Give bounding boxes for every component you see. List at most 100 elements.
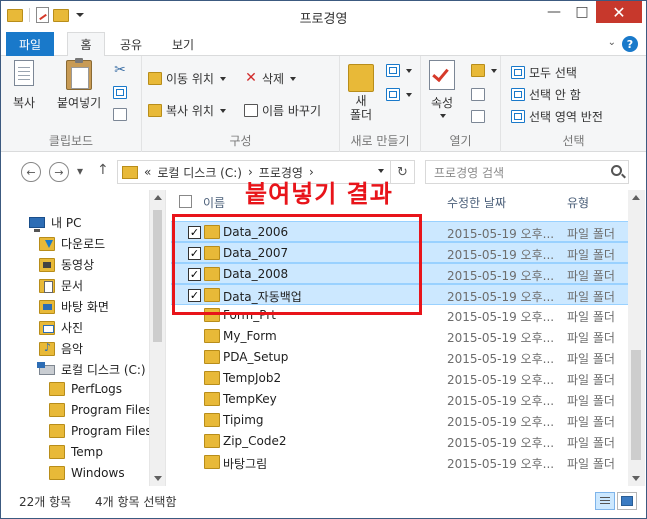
file-type: 파일 폴더 — [567, 457, 615, 471]
close-button[interactable]: ✕ — [596, 1, 642, 23]
move-to-button[interactable]: 이동 위치 — [148, 70, 226, 87]
select-all-checkbox[interactable] — [179, 195, 192, 208]
table-row[interactable]: TempKey 2015-05-19 오후... 파일 폴더 — [171, 389, 628, 410]
scrollbar-thumb[interactable] — [153, 210, 162, 342]
tree-item-label: 내 PC — [51, 216, 82, 230]
minimize-button[interactable]: — — [540, 1, 568, 23]
table-row[interactable]: 바탕그림 2015-05-19 오후... 파일 폴더 — [171, 452, 628, 473]
tree-item-program-files[interactable]: Program Files — [49, 403, 152, 417]
tree-item-label: Windows — [71, 466, 125, 480]
address-history-chevron-icon[interactable] — [378, 169, 384, 173]
copy-path-button[interactable] — [113, 86, 127, 99]
open-icon — [471, 64, 485, 77]
select-none-button[interactable]: 선택 안 함 — [511, 86, 581, 103]
scrollbar-thumb[interactable] — [631, 350, 641, 460]
scroll-up-arrow-icon[interactable] — [632, 195, 640, 200]
file-name: PDA_Setup — [223, 350, 289, 364]
nav-pane-scrollbar[interactable] — [149, 190, 166, 486]
tree-item-label: 음악 — [61, 342, 84, 356]
cut-button[interactable]: ✂ — [113, 63, 127, 77]
edit-button[interactable] — [471, 88, 485, 101]
up-arrow-icon[interactable]: ↑ — [97, 162, 109, 178]
tree-item-perflogs[interactable]: PerfLogs — [49, 382, 122, 396]
tree-item-videos[interactable]: 동영상 — [39, 256, 94, 273]
maximize-button[interactable]: □ — [568, 1, 596, 23]
tree-item-windows[interactable]: Windows — [49, 466, 125, 480]
open-button[interactable] — [471, 64, 497, 77]
scroll-up-arrow-icon[interactable] — [154, 195, 162, 200]
file-type: 파일 폴더 — [567, 269, 615, 283]
delete-button[interactable]: ✕ 삭제 — [244, 70, 297, 87]
history-button[interactable] — [471, 110, 485, 123]
ribbon-tabs: 파일 홈 공유 보기 ⌄ ? — [1, 32, 646, 57]
help-icon[interactable]: ? — [622, 36, 638, 52]
scroll-down-arrow-icon[interactable] — [154, 476, 162, 481]
new-group-label: 새로 만들기 — [350, 134, 410, 148]
table-row[interactable]: Zip_Code2 2015-05-19 오후... 파일 폴더 — [171, 431, 628, 452]
paste-shortcut-button[interactable] — [113, 108, 127, 121]
details-view-button[interactable] — [595, 492, 615, 510]
large-icons-view-button[interactable] — [617, 492, 637, 510]
tab-home[interactable]: 홈 — [67, 32, 105, 57]
column-header-type[interactable]: 유형 — [567, 190, 589, 214]
tree-item-documents[interactable]: 문서 — [39, 277, 83, 294]
copy-to-button[interactable]: 복사 위치 — [148, 102, 226, 119]
copy-icon — [14, 60, 35, 86]
navigation-pane: 내 PC 다운로드 동영상 문서 바탕 화면 사진 음악 로컬 디스크 (C: — [1, 190, 160, 486]
open-group-label: 열기 — [449, 134, 472, 148]
rename-button[interactable]: 이름 바꾸기 — [244, 102, 321, 119]
file-type: 파일 폴더 — [567, 394, 615, 408]
refresh-icon[interactable]: ↻ — [390, 161, 414, 183]
properties-button[interactable]: 속성 — [429, 60, 455, 118]
copy-button[interactable]: 복사 — [13, 60, 35, 111]
copy-folder-icon — [148, 104, 162, 117]
forward-arrow-icon: → — [54, 165, 64, 179]
address-overflow[interactable]: « — [144, 165, 151, 179]
file-type: 파일 폴더 — [567, 415, 615, 429]
move-folder-icon — [148, 72, 162, 85]
tree-item-desktop[interactable]: 바탕 화면 — [39, 298, 109, 315]
clipboard-group: 복사 붙여넣기 ✂ 클립보드 — [1, 56, 142, 152]
folder-icon — [204, 371, 220, 385]
table-row[interactable]: PDA_Setup 2015-05-19 오후... 파일 폴더 — [171, 347, 628, 368]
tree-item-local-disk[interactable]: 로컬 디스크 (C:) — [37, 361, 146, 378]
breadcrumb-local-disk[interactable]: 로컬 디스크 (C:) — [157, 164, 242, 181]
select-all-button[interactable]: 모두 선택 — [511, 64, 577, 81]
file-type: 파일 폴더 — [567, 290, 615, 304]
column-header-date[interactable]: 수정한 날짜 — [447, 190, 506, 214]
tab-view[interactable]: 보기 — [163, 32, 203, 56]
table-row[interactable]: My_Form 2015-05-19 오후... 파일 폴더 — [171, 326, 628, 347]
tab-file[interactable]: 파일 — [6, 32, 54, 56]
invert-selection-label: 선택 영역 반전 — [529, 110, 603, 124]
tree-item-label: 로컬 디스크 (C:) — [61, 363, 146, 377]
scroll-down-arrow-icon[interactable] — [632, 476, 640, 481]
easy-access-button[interactable] — [386, 88, 412, 101]
easy-access-icon — [386, 88, 400, 101]
ribbon-collapse-chevron-icon[interactable]: ⌄ — [608, 37, 616, 48]
file-date: 2015-05-19 오후... — [447, 436, 555, 450]
paste-button[interactable]: 붙여넣기 — [57, 58, 101, 111]
tree-item-temp[interactable]: Temp — [49, 445, 103, 459]
column-header-name[interactable]: 이름 — [203, 190, 225, 214]
forward-button[interactable]: → — [49, 162, 69, 182]
chevron-down-icon — [491, 68, 497, 73]
tree-item-program-files-x86[interactable]: Program Files ( — [49, 424, 160, 438]
tab-share[interactable]: 공유 — [111, 32, 151, 56]
ribbon: 복사 붙여넣기 ✂ 클립보드 이동 위치 복사 위치 ✕ 삭제 이름 바꾸기 구… — [1, 56, 646, 152]
back-button[interactable]: ← — [21, 162, 41, 182]
tree-item-this-pc[interactable]: 내 PC — [29, 214, 82, 232]
tree-item-music[interactable]: 음악 — [39, 340, 83, 357]
drive-icon — [37, 361, 55, 375]
table-row[interactable]: TempJob2 2015-05-19 오후... 파일 폴더 — [171, 368, 628, 389]
recent-locations-chevron-icon[interactable]: ▾ — [77, 164, 83, 178]
select-all-label: 모두 선택 — [529, 66, 577, 80]
new-item-button[interactable] — [386, 64, 412, 77]
tree-item-downloads[interactable]: 다운로드 — [39, 235, 105, 252]
file-date: 2015-05-19 오후... — [447, 415, 555, 429]
tree-item-pictures[interactable]: 사진 — [39, 319, 83, 336]
new-folder-button[interactable]: 새 폴더 — [348, 60, 374, 122]
invert-selection-button[interactable]: 선택 영역 반전 — [511, 108, 603, 125]
file-list-scrollbar[interactable] — [628, 190, 645, 486]
search-box[interactable]: 프로경영 검색 — [425, 160, 629, 184]
table-row[interactable]: Tipimg 2015-05-19 오후... 파일 폴더 — [171, 410, 628, 431]
